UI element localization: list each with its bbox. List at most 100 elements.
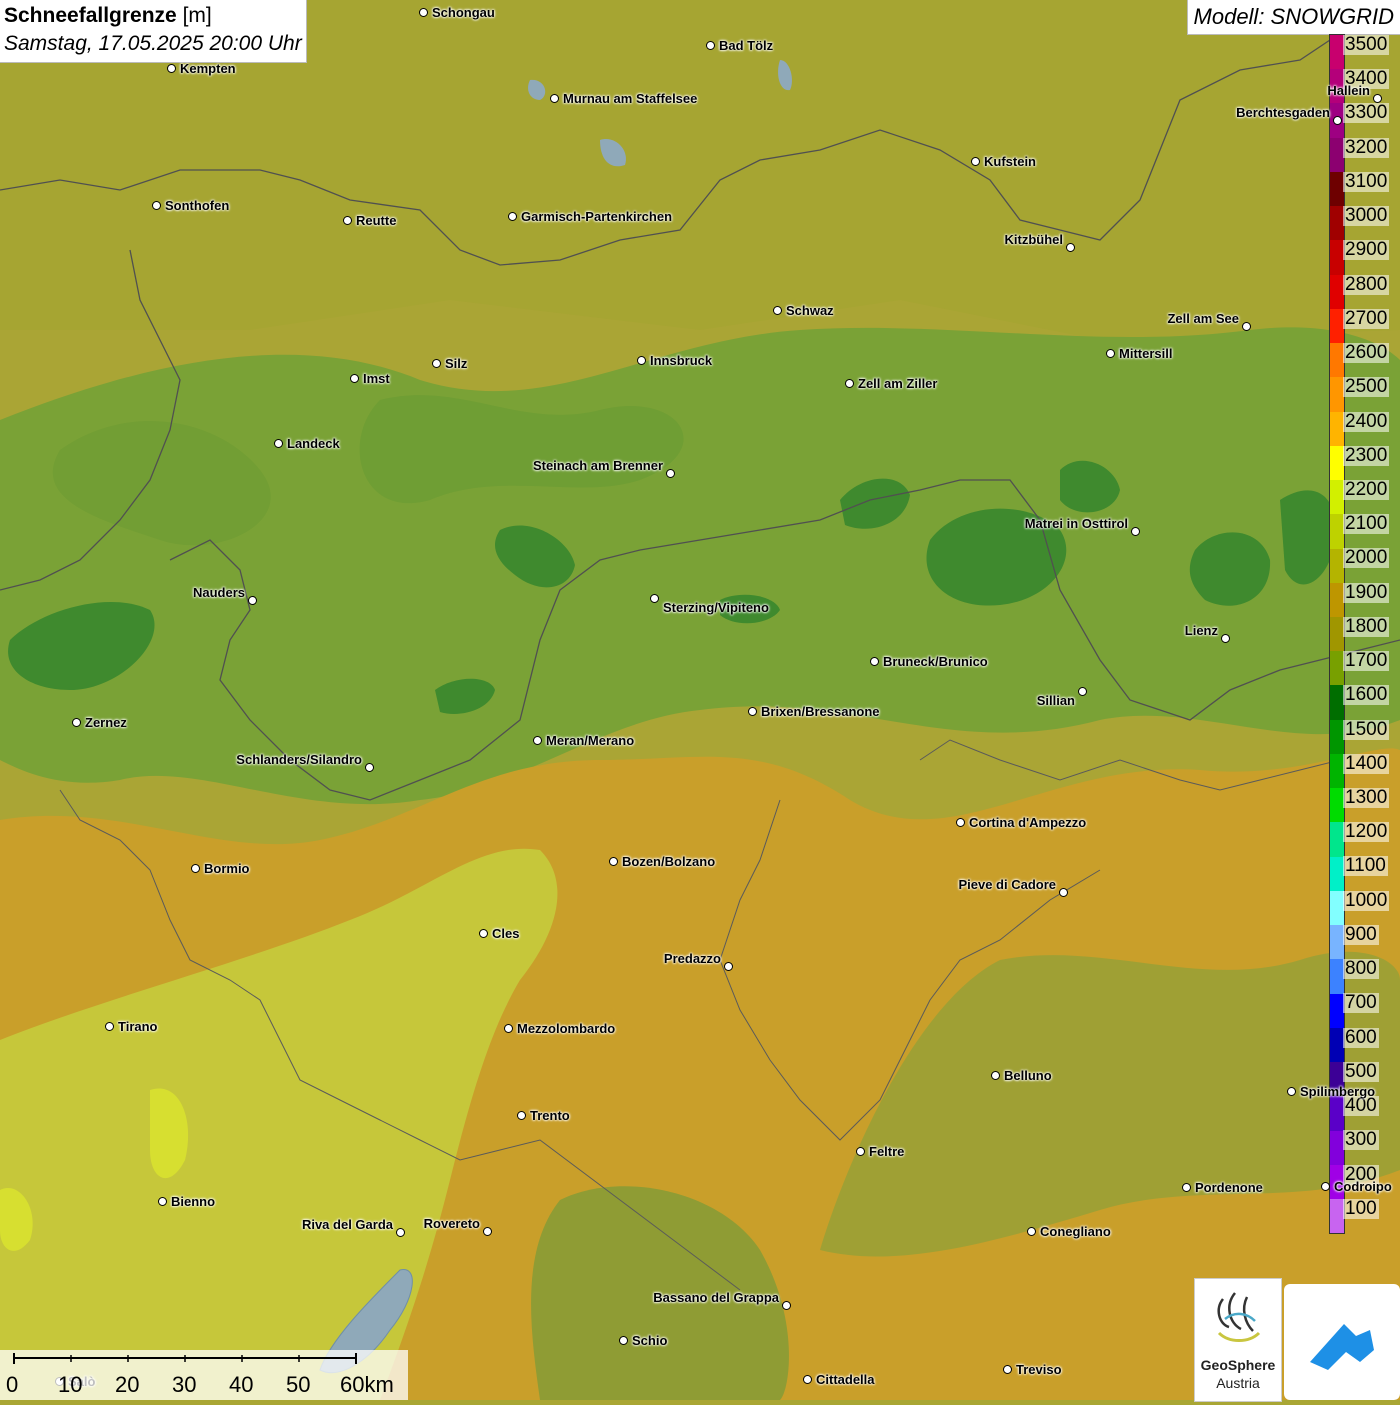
city-label: Zernez: [85, 715, 127, 730]
legend-swatch: [1330, 651, 1344, 686]
city-marker: [1242, 322, 1251, 331]
city-marker: [971, 157, 980, 166]
city-label: Schwaz: [786, 303, 834, 318]
legend-level-label: 2300: [1343, 444, 1390, 466]
city-label: Kitzbühel: [1004, 232, 1064, 247]
legend-swatch: [1330, 35, 1344, 70]
city-label: Cortina d'Ampezzo: [969, 815, 1087, 830]
city-marker: [248, 596, 257, 605]
city-label: Murnau am Staffelsee: [563, 91, 698, 106]
city-label: Steinach am Brenner: [532, 458, 663, 473]
legend-level-label: 3200: [1343, 136, 1390, 158]
legend-level-label: 700: [1343, 992, 1379, 1014]
city-label: Nauders: [192, 585, 245, 600]
city-label: Zell am Ziller: [858, 376, 938, 391]
legend-swatch: [1330, 171, 1344, 207]
legend-level-label: 400: [1343, 1095, 1379, 1117]
legend-level-label: 1700: [1343, 650, 1390, 672]
legend-swatch: [1330, 616, 1344, 652]
city-label: Pordenone: [1195, 1180, 1263, 1195]
city-marker: [1373, 94, 1382, 103]
app-logo[interactable]: [1284, 1284, 1400, 1400]
city-marker: [1078, 687, 1087, 696]
city-marker: [1066, 243, 1075, 252]
legend-swatch: [1330, 822, 1344, 857]
city-marker: [956, 818, 965, 827]
city-marker: [650, 594, 659, 603]
city-marker: [1182, 1183, 1191, 1192]
legend-level-label: 1600: [1343, 684, 1390, 706]
legend-level-label: 100: [1343, 1197, 1379, 1219]
legend-swatch: [1330, 1130, 1344, 1165]
legend-swatch: [1330, 925, 1344, 960]
city-label: Bozen/Bolzano: [622, 854, 716, 869]
city-label: Hallein: [1327, 83, 1370, 98]
legend-swatch: [1330, 719, 1344, 754]
city-label: Codroipo: [1334, 1179, 1392, 1194]
city-label: Bienno: [171, 1194, 216, 1209]
city-label: Mezzolombardo: [517, 1021, 616, 1036]
legend-level-label: 2200: [1343, 478, 1390, 500]
legend-swatch: [1330, 343, 1344, 378]
city-marker: [1027, 1227, 1036, 1236]
model-label: Modell: SNOWGRID: [1186, 0, 1400, 35]
legend-swatch: [1330, 240, 1344, 275]
legend-level-label: 2800: [1343, 273, 1390, 295]
city-marker: [365, 763, 374, 772]
city-marker: [105, 1022, 114, 1031]
legend-swatch: [1330, 582, 1344, 617]
legend-swatch: [1330, 480, 1344, 515]
city-label: Imst: [363, 371, 390, 386]
legend-level-label: 3500: [1343, 34, 1390, 55]
city-label: Brixen/Bressanone: [761, 704, 880, 719]
city-label: Bassano del Grappa: [653, 1290, 779, 1305]
city-label: Conegliano: [1040, 1224, 1111, 1239]
city-label: Cittadella: [816, 1372, 875, 1387]
legend-level-label: 1900: [1343, 581, 1390, 603]
city-label: Zell am See: [1167, 311, 1239, 326]
city-marker: [706, 41, 715, 50]
city-marker: [533, 736, 542, 745]
city-label: Lienz: [1184, 623, 1218, 638]
legend-level-label: 600: [1343, 1026, 1379, 1048]
legend-swatch: [1330, 788, 1344, 823]
city-label: Bruneck/Brunico: [883, 654, 988, 669]
legend-swatch: [1330, 514, 1344, 549]
city-marker: [991, 1071, 1000, 1080]
legend-level-label: 3300: [1343, 102, 1390, 124]
legend-level-label: 1200: [1343, 821, 1390, 843]
legend-level-label: 1100: [1343, 855, 1388, 877]
city-label: Reutte: [356, 213, 397, 228]
geosphere-emblem-icon: [1217, 1292, 1261, 1342]
legend-level-label: 900: [1343, 923, 1379, 945]
city-label: Landeck: [287, 436, 340, 451]
legend-swatch: [1330, 274, 1344, 309]
city-marker: [724, 962, 733, 971]
legend-level-label: 2000: [1343, 547, 1390, 569]
map-title: Schneefallgrenze [m]: [4, 4, 212, 27]
legend-level-label: 1300: [1343, 787, 1390, 809]
legend-level-label: 3000: [1343, 205, 1390, 227]
city-marker: [619, 1336, 628, 1345]
city-label: Schlanders/Silandro: [236, 752, 362, 767]
city-label: Tirano: [118, 1019, 158, 1034]
city-label: Rovereto: [423, 1216, 480, 1231]
legend-swatch: [1330, 206, 1344, 241]
city-marker: [343, 216, 352, 225]
city-marker: [483, 1227, 492, 1236]
geosphere-logo[interactable]: GeoSphere Austria: [1194, 1278, 1282, 1402]
city-label: Matrei in Osttirol: [1024, 516, 1128, 531]
legend-level-label: 2900: [1343, 239, 1390, 261]
city-label: Cles: [492, 926, 520, 941]
city-label: Feltre: [869, 1144, 905, 1159]
city-marker: [845, 379, 854, 388]
city-label: Berchtesgaden: [1236, 105, 1330, 120]
city-marker: [748, 707, 757, 716]
city-label: Pieve di Cadore: [958, 877, 1056, 892]
legend-level-label: 2700: [1343, 307, 1390, 329]
mountain-cloud-icon: [1310, 1324, 1374, 1370]
city-marker: [803, 1375, 812, 1384]
legend-swatch: [1330, 993, 1344, 1028]
city-marker: [191, 864, 200, 873]
city-label: Kempten: [180, 61, 236, 76]
